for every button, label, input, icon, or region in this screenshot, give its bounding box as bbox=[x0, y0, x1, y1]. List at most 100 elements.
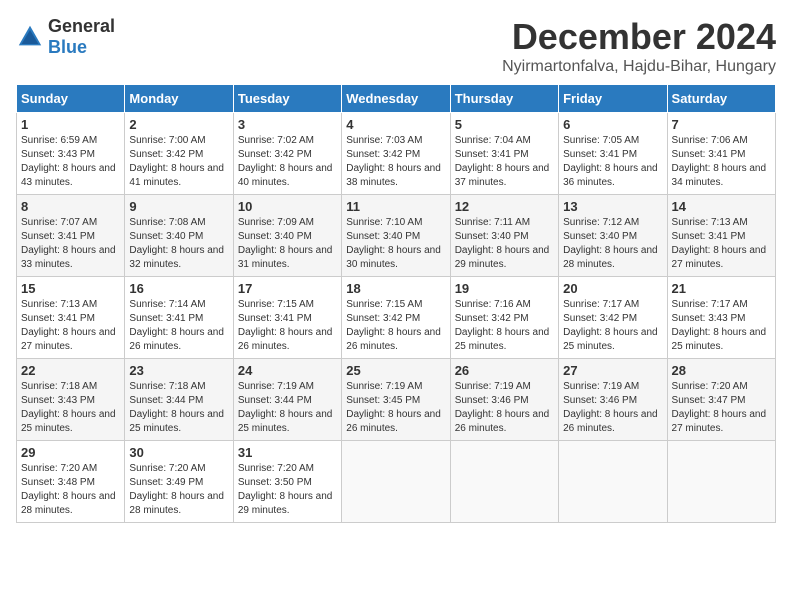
day-detail: Sunrise: 7:10 AMSunset: 3:40 PMDaylight:… bbox=[346, 216, 445, 272]
day-detail: Sunrise: 7:19 AMSunset: 3:45 PMDaylight:… bbox=[346, 380, 445, 436]
calendar-cell: 30 Sunrise: 7:20 AMSunset: 3:49 PMDaylig… bbox=[125, 441, 233, 523]
calendar-cell: 22 Sunrise: 7:18 AMSunset: 3:43 PMDaylig… bbox=[17, 359, 125, 441]
day-detail: Sunrise: 6:59 AMSunset: 3:43 PMDaylight:… bbox=[21, 134, 120, 190]
calendar-cell bbox=[450, 441, 558, 523]
day-number: 23 bbox=[129, 363, 228, 378]
day-number: 17 bbox=[238, 281, 337, 296]
day-number: 2 bbox=[129, 117, 228, 132]
day-number: 5 bbox=[455, 117, 554, 132]
day-number: 9 bbox=[129, 199, 228, 214]
day-number: 22 bbox=[21, 363, 120, 378]
day-number: 7 bbox=[672, 117, 771, 132]
weekday-header-saturday: Saturday bbox=[667, 85, 775, 113]
day-detail: Sunrise: 7:20 AMSunset: 3:49 PMDaylight:… bbox=[129, 462, 228, 518]
calendar-cell: 13 Sunrise: 7:12 AMSunset: 3:40 PMDaylig… bbox=[559, 195, 667, 277]
day-number: 19 bbox=[455, 281, 554, 296]
calendar-cell: 31 Sunrise: 7:20 AMSunset: 3:50 PMDaylig… bbox=[233, 441, 341, 523]
calendar-table: SundayMondayTuesdayWednesdayThursdayFrid… bbox=[16, 84, 776, 523]
day-number: 10 bbox=[238, 199, 337, 214]
day-detail: Sunrise: 7:17 AMSunset: 3:43 PMDaylight:… bbox=[672, 298, 771, 354]
calendar-cell: 26 Sunrise: 7:19 AMSunset: 3:46 PMDaylig… bbox=[450, 359, 558, 441]
day-number: 4 bbox=[346, 117, 445, 132]
calendar-cell: 5 Sunrise: 7:04 AMSunset: 3:41 PMDayligh… bbox=[450, 113, 558, 195]
day-number: 18 bbox=[346, 281, 445, 296]
day-number: 29 bbox=[21, 445, 120, 460]
page-header: General Blue December 2024 Nyirmartonfal… bbox=[16, 16, 776, 76]
day-detail: Sunrise: 7:17 AMSunset: 3:42 PMDaylight:… bbox=[563, 298, 662, 354]
calendar-week-5: 29 Sunrise: 7:20 AMSunset: 3:48 PMDaylig… bbox=[17, 441, 776, 523]
calendar-cell: 1 Sunrise: 6:59 AMSunset: 3:43 PMDayligh… bbox=[17, 113, 125, 195]
day-detail: Sunrise: 7:05 AMSunset: 3:41 PMDaylight:… bbox=[563, 134, 662, 190]
calendar-cell: 11 Sunrise: 7:10 AMSunset: 3:40 PMDaylig… bbox=[342, 195, 450, 277]
calendar-cell bbox=[667, 441, 775, 523]
calendar-cell: 25 Sunrise: 7:19 AMSunset: 3:45 PMDaylig… bbox=[342, 359, 450, 441]
day-number: 11 bbox=[346, 199, 445, 214]
day-detail: Sunrise: 7:13 AMSunset: 3:41 PMDaylight:… bbox=[672, 216, 771, 272]
calendar-week-2: 8 Sunrise: 7:07 AMSunset: 3:41 PMDayligh… bbox=[17, 195, 776, 277]
day-number: 25 bbox=[346, 363, 445, 378]
weekday-header-friday: Friday bbox=[559, 85, 667, 113]
day-number: 13 bbox=[563, 199, 662, 214]
day-number: 14 bbox=[672, 199, 771, 214]
calendar-cell: 24 Sunrise: 7:19 AMSunset: 3:44 PMDaylig… bbox=[233, 359, 341, 441]
weekday-header-sunday: Sunday bbox=[17, 85, 125, 113]
day-detail: Sunrise: 7:14 AMSunset: 3:41 PMDaylight:… bbox=[129, 298, 228, 354]
calendar-cell bbox=[559, 441, 667, 523]
day-detail: Sunrise: 7:16 AMSunset: 3:42 PMDaylight:… bbox=[455, 298, 554, 354]
calendar-week-4: 22 Sunrise: 7:18 AMSunset: 3:43 PMDaylig… bbox=[17, 359, 776, 441]
day-detail: Sunrise: 7:19 AMSunset: 3:46 PMDaylight:… bbox=[455, 380, 554, 436]
logo: General Blue bbox=[16, 16, 115, 58]
day-detail: Sunrise: 7:20 AMSunset: 3:50 PMDaylight:… bbox=[238, 462, 337, 518]
day-number: 24 bbox=[238, 363, 337, 378]
calendar-week-1: 1 Sunrise: 6:59 AMSunset: 3:43 PMDayligh… bbox=[17, 113, 776, 195]
day-detail: Sunrise: 7:15 AMSunset: 3:42 PMDaylight:… bbox=[346, 298, 445, 354]
calendar-cell bbox=[342, 441, 450, 523]
day-detail: Sunrise: 7:19 AMSunset: 3:44 PMDaylight:… bbox=[238, 380, 337, 436]
day-detail: Sunrise: 7:07 AMSunset: 3:41 PMDaylight:… bbox=[21, 216, 120, 272]
day-detail: Sunrise: 7:12 AMSunset: 3:40 PMDaylight:… bbox=[563, 216, 662, 272]
day-number: 21 bbox=[672, 281, 771, 296]
day-detail: Sunrise: 7:06 AMSunset: 3:41 PMDaylight:… bbox=[672, 134, 771, 190]
calendar-cell: 7 Sunrise: 7:06 AMSunset: 3:41 PMDayligh… bbox=[667, 113, 775, 195]
day-detail: Sunrise: 7:20 AMSunset: 3:47 PMDaylight:… bbox=[672, 380, 771, 436]
day-number: 15 bbox=[21, 281, 120, 296]
day-number: 3 bbox=[238, 117, 337, 132]
weekday-header-row: SundayMondayTuesdayWednesdayThursdayFrid… bbox=[17, 85, 776, 113]
logo-blue-text: Blue bbox=[48, 37, 87, 57]
calendar-cell: 3 Sunrise: 7:02 AMSunset: 3:42 PMDayligh… bbox=[233, 113, 341, 195]
day-detail: Sunrise: 7:02 AMSunset: 3:42 PMDaylight:… bbox=[238, 134, 337, 190]
day-detail: Sunrise: 7:18 AMSunset: 3:44 PMDaylight:… bbox=[129, 380, 228, 436]
weekday-header-tuesday: Tuesday bbox=[233, 85, 341, 113]
day-number: 1 bbox=[21, 117, 120, 132]
calendar-cell: 27 Sunrise: 7:19 AMSunset: 3:46 PMDaylig… bbox=[559, 359, 667, 441]
day-detail: Sunrise: 7:09 AMSunset: 3:40 PMDaylight:… bbox=[238, 216, 337, 272]
day-number: 26 bbox=[455, 363, 554, 378]
logo-general-text: General bbox=[48, 16, 115, 36]
calendar-cell: 21 Sunrise: 7:17 AMSunset: 3:43 PMDaylig… bbox=[667, 277, 775, 359]
day-number: 30 bbox=[129, 445, 228, 460]
calendar-cell: 4 Sunrise: 7:03 AMSunset: 3:42 PMDayligh… bbox=[342, 113, 450, 195]
day-detail: Sunrise: 7:19 AMSunset: 3:46 PMDaylight:… bbox=[563, 380, 662, 436]
calendar-cell: 29 Sunrise: 7:20 AMSunset: 3:48 PMDaylig… bbox=[17, 441, 125, 523]
day-number: 6 bbox=[563, 117, 662, 132]
calendar-cell: 28 Sunrise: 7:20 AMSunset: 3:47 PMDaylig… bbox=[667, 359, 775, 441]
calendar-cell: 19 Sunrise: 7:16 AMSunset: 3:42 PMDaylig… bbox=[450, 277, 558, 359]
calendar-cell: 12 Sunrise: 7:11 AMSunset: 3:40 PMDaylig… bbox=[450, 195, 558, 277]
day-detail: Sunrise: 7:03 AMSunset: 3:42 PMDaylight:… bbox=[346, 134, 445, 190]
day-number: 20 bbox=[563, 281, 662, 296]
calendar-week-3: 15 Sunrise: 7:13 AMSunset: 3:41 PMDaylig… bbox=[17, 277, 776, 359]
calendar-cell: 14 Sunrise: 7:13 AMSunset: 3:41 PMDaylig… bbox=[667, 195, 775, 277]
calendar-cell: 6 Sunrise: 7:05 AMSunset: 3:41 PMDayligh… bbox=[559, 113, 667, 195]
weekday-header-thursday: Thursday bbox=[450, 85, 558, 113]
calendar-cell: 9 Sunrise: 7:08 AMSunset: 3:40 PMDayligh… bbox=[125, 195, 233, 277]
calendar-cell: 18 Sunrise: 7:15 AMSunset: 3:42 PMDaylig… bbox=[342, 277, 450, 359]
day-detail: Sunrise: 7:04 AMSunset: 3:41 PMDaylight:… bbox=[455, 134, 554, 190]
day-detail: Sunrise: 7:15 AMSunset: 3:41 PMDaylight:… bbox=[238, 298, 337, 354]
day-number: 12 bbox=[455, 199, 554, 214]
calendar-cell: 10 Sunrise: 7:09 AMSunset: 3:40 PMDaylig… bbox=[233, 195, 341, 277]
month-year-title: December 2024 bbox=[502, 16, 776, 58]
calendar-cell: 20 Sunrise: 7:17 AMSunset: 3:42 PMDaylig… bbox=[559, 277, 667, 359]
calendar-cell: 2 Sunrise: 7:00 AMSunset: 3:42 PMDayligh… bbox=[125, 113, 233, 195]
day-number: 8 bbox=[21, 199, 120, 214]
day-detail: Sunrise: 7:00 AMSunset: 3:42 PMDaylight:… bbox=[129, 134, 228, 190]
